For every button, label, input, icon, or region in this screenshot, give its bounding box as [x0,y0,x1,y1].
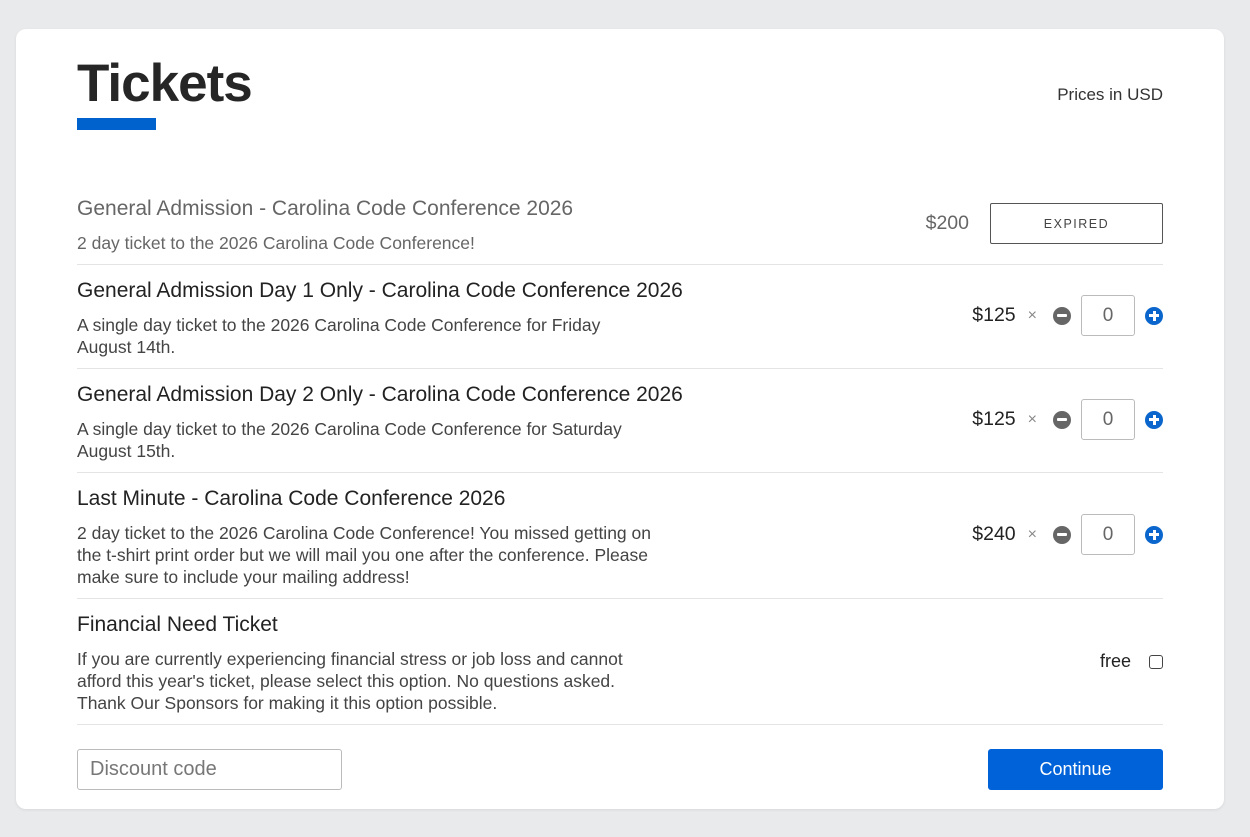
ticket-name: Last Minute - Carolina Code Conference 2… [77,487,506,510]
ticket-description: A single day ticket to the 2026 Carolina… [77,419,622,461]
ticket-price: $125 [972,408,1016,430]
minus-circle-icon[interactable] [1053,306,1071,325]
ticket-description: 2 day ticket to the 2026 Carolina Code C… [77,523,651,587]
tickets-header: Tickets Prices in USD [77,29,1163,161]
ticket-row-last-minute: Last Minute - Carolina Code Conference 2… [77,473,1163,599]
multiply-sign: × [1027,410,1037,428]
expired-badge: EXPIRED [990,203,1163,244]
ticket-price: free [1099,651,1131,671]
ticket-name: General Admission Day 1 Only - Carolina … [77,279,683,302]
ticket-row-financial-need: Financial Need Ticket If you are current… [77,599,1163,725]
ticket-description: If you are currently experiencing financ… [77,649,623,713]
ticket-row-general-admission: General Admission - Carolina Code Confer… [77,161,1163,265]
plus-circle-icon[interactable] [1145,306,1163,325]
ticket-row-day-2: General Admission Day 2 Only - Carolina … [77,369,1163,473]
ticket-price: $240 [972,523,1016,545]
ticket-name: Financial Need Ticket [77,613,278,636]
minus-circle-icon[interactable] [1053,525,1071,544]
ticket-name: General Admission Day 2 Only - Carolina … [77,383,683,406]
ticket-price: $200 [925,212,969,234]
tickets-card: Tickets Prices in USD General Admission … [16,29,1224,809]
ticket-name: General Admission - Carolina Code Confer… [77,197,574,220]
discount-code-input[interactable] [77,749,342,790]
minus-circle-icon[interactable] [1053,410,1071,429]
financial-need-checkbox[interactable] [1149,654,1163,669]
tickets-content: Tickets Prices in USD General Admission … [77,29,1163,837]
ticket-price: $125 [972,304,1016,326]
multiply-sign: × [1027,525,1037,543]
continue-button[interactable]: Continue [988,749,1163,790]
quantity-input[interactable] [1081,295,1135,336]
tickets-footer: Continue [77,725,1163,837]
multiply-sign: × [1027,306,1037,324]
plus-circle-icon[interactable] [1145,525,1163,544]
quantity-input[interactable] [1081,514,1135,555]
ticket-description: 2 day ticket to the 2026 Carolina Code C… [77,233,475,253]
ticket-row-day-1: General Admission Day 1 Only - Carolina … [77,265,1163,369]
page-title: Tickets [77,54,253,113]
ticket-description: A single day ticket to the 2026 Carolina… [77,315,601,357]
title-underline [77,118,156,130]
plus-circle-icon[interactable] [1145,410,1163,429]
currency-note: Prices in USD [1057,85,1163,104]
quantity-input[interactable] [1081,399,1135,440]
